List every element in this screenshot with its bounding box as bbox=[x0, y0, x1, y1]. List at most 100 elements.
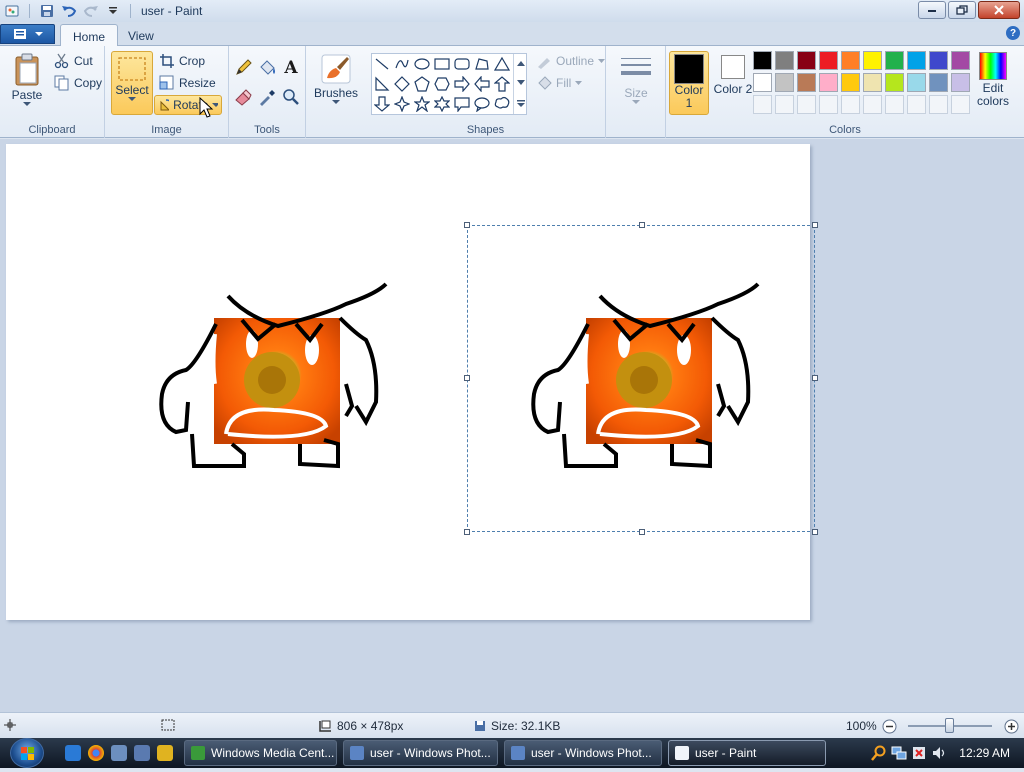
custom-color-slot[interactable] bbox=[863, 95, 882, 114]
line-shape-icon[interactable] bbox=[372, 54, 392, 74]
four-point-star-shape-icon[interactable] bbox=[392, 94, 412, 114]
selection-rectangle[interactable] bbox=[464, 222, 818, 535]
action-center-icon[interactable] bbox=[911, 745, 927, 761]
redo-icon[interactable] bbox=[82, 2, 100, 20]
custom-color-slot[interactable] bbox=[951, 95, 970, 114]
taskbar-item[interactable]: user - Windows Phot... bbox=[504, 740, 662, 766]
custom-color-slot[interactable] bbox=[775, 95, 794, 114]
resize-handle[interactable] bbox=[812, 529, 818, 535]
hexagon-shape-icon[interactable] bbox=[432, 74, 452, 94]
application-menu-button[interactable] bbox=[0, 24, 55, 44]
show-desktop-icon[interactable] bbox=[111, 745, 127, 761]
zoom-out-icon[interactable] bbox=[882, 719, 897, 734]
resize-handle[interactable] bbox=[464, 375, 470, 381]
palette-swatch[interactable] bbox=[907, 51, 926, 70]
palette-swatch[interactable] bbox=[797, 73, 816, 92]
rounded-rectangle-shape-icon[interactable] bbox=[452, 54, 472, 74]
curve-shape-icon[interactable] bbox=[392, 54, 412, 74]
chrome-icon[interactable] bbox=[88, 745, 104, 761]
tab-view[interactable]: View bbox=[116, 24, 166, 47]
switch-windows-icon[interactable] bbox=[134, 745, 150, 761]
palette-swatch[interactable] bbox=[951, 51, 970, 70]
select-button[interactable]: Select bbox=[111, 51, 153, 115]
close-button[interactable] bbox=[978, 1, 1020, 19]
rectangular-callout-shape-icon[interactable] bbox=[452, 94, 472, 114]
search-icon[interactable] bbox=[871, 745, 887, 761]
palette-swatch[interactable] bbox=[819, 73, 838, 92]
customize-qat-icon[interactable] bbox=[104, 2, 122, 20]
resize-handle[interactable] bbox=[812, 375, 818, 381]
size-button[interactable]: Size bbox=[616, 52, 656, 105]
custom-color-slot[interactable] bbox=[819, 95, 838, 114]
palette-swatch[interactable] bbox=[929, 51, 948, 70]
down-arrow-shape-icon[interactable] bbox=[372, 94, 392, 114]
triangle-shape-icon[interactable] bbox=[492, 54, 512, 74]
resize-button[interactable]: Resize bbox=[156, 73, 219, 93]
palette-swatch[interactable] bbox=[841, 73, 860, 92]
diamond-shape-icon[interactable] bbox=[392, 74, 412, 94]
start-button[interactable] bbox=[10, 738, 44, 768]
palette-swatch[interactable] bbox=[797, 51, 816, 70]
copy-button[interactable]: Copy bbox=[51, 73, 105, 93]
palette-swatch[interactable] bbox=[863, 73, 882, 92]
six-point-star-shape-icon[interactable] bbox=[432, 94, 452, 114]
palette-swatch[interactable] bbox=[753, 51, 772, 70]
magnifier-icon[interactable] bbox=[281, 87, 301, 107]
save-icon[interactable] bbox=[38, 2, 56, 20]
tab-home[interactable]: Home bbox=[60, 24, 119, 47]
palette-swatch[interactable] bbox=[863, 51, 882, 70]
cloud-callout-shape-icon[interactable] bbox=[492, 94, 512, 114]
resize-handle[interactable] bbox=[464, 222, 470, 228]
internet-explorer-icon[interactable] bbox=[65, 745, 81, 761]
taskbar-item[interactable]: Windows Media Cent... bbox=[184, 740, 337, 766]
zoom-slider-thumb[interactable] bbox=[945, 718, 954, 733]
color-picker-icon[interactable] bbox=[257, 87, 277, 107]
resize-handle[interactable] bbox=[639, 529, 645, 535]
custom-color-slot[interactable] bbox=[929, 95, 948, 114]
outline-button[interactable]: Outline bbox=[533, 51, 608, 71]
help-icon[interactable]: ? bbox=[1006, 26, 1020, 40]
custom-color-slot[interactable] bbox=[885, 95, 904, 114]
canvas-workspace[interactable] bbox=[0, 139, 1024, 712]
palette-swatch[interactable] bbox=[951, 73, 970, 92]
paint-app-icon[interactable] bbox=[3, 2, 21, 20]
up-arrow-shape-icon[interactable] bbox=[492, 74, 512, 94]
custom-color-slot[interactable] bbox=[753, 95, 772, 114]
palette-swatch[interactable] bbox=[885, 51, 904, 70]
resize-handle[interactable] bbox=[464, 529, 470, 535]
media-player-icon[interactable] bbox=[157, 745, 173, 761]
oval-shape-icon[interactable] bbox=[412, 54, 432, 74]
palette-swatch[interactable] bbox=[775, 51, 794, 70]
zoom-in-icon[interactable] bbox=[1004, 719, 1019, 734]
palette-swatch[interactable] bbox=[907, 73, 926, 92]
taskbar-item-active[interactable]: user - Paint bbox=[668, 740, 826, 766]
rectangle-shape-icon[interactable] bbox=[432, 54, 452, 74]
custom-color-slot[interactable] bbox=[841, 95, 860, 114]
palette-swatch[interactable] bbox=[841, 51, 860, 70]
resize-handle[interactable] bbox=[812, 222, 818, 228]
right-triangle-shape-icon[interactable] bbox=[372, 74, 392, 94]
palette-swatch[interactable] bbox=[819, 51, 838, 70]
minimize-button[interactable] bbox=[918, 1, 946, 19]
oval-callout-shape-icon[interactable] bbox=[472, 94, 492, 114]
resize-handle[interactable] bbox=[639, 222, 645, 228]
fill-bucket-icon[interactable] bbox=[257, 58, 277, 78]
color-2-button[interactable]: Color 2 bbox=[713, 51, 753, 96]
edit-colors-button[interactable]: Edit colors bbox=[973, 52, 1013, 108]
text-tool-icon[interactable]: A bbox=[281, 58, 301, 78]
palette-swatch[interactable] bbox=[775, 73, 794, 92]
volume-icon[interactable] bbox=[931, 745, 947, 761]
eraser-icon[interactable] bbox=[233, 87, 253, 107]
undo-icon[interactable] bbox=[60, 2, 78, 20]
palette-swatch[interactable] bbox=[753, 73, 772, 92]
right-arrow-shape-icon[interactable] bbox=[452, 74, 472, 94]
restore-button[interactable] bbox=[948, 1, 976, 19]
drawing-canvas[interactable] bbox=[6, 144, 818, 620]
custom-color-slot[interactable] bbox=[797, 95, 816, 114]
polygon-shape-icon[interactable] bbox=[472, 54, 492, 74]
palette-swatch[interactable] bbox=[885, 73, 904, 92]
custom-color-slot[interactable] bbox=[907, 95, 926, 114]
pencil-icon[interactable] bbox=[233, 58, 253, 78]
shapes-scroll[interactable] bbox=[513, 54, 527, 114]
paste-button[interactable]: Paste bbox=[8, 52, 46, 107]
